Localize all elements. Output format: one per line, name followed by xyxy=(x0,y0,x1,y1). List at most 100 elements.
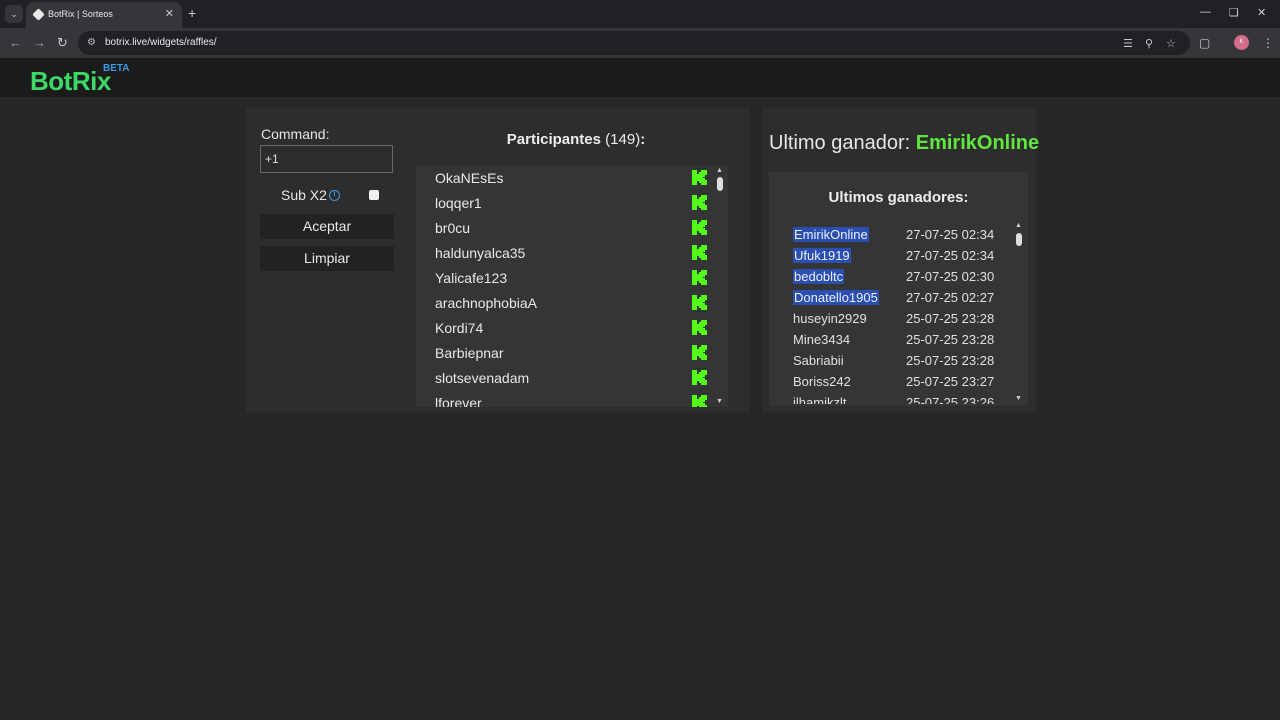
participants-label: Participantes xyxy=(506,131,601,148)
last-winner: Ultimo ganador: EmirikOnline xyxy=(769,132,1039,155)
new-tab-plus-icon[interactable]: + xyxy=(188,5,196,21)
tab-search-chevron-icon[interactable]: ⌄ xyxy=(5,5,23,23)
winner-date: 27-07-25 02:34 xyxy=(906,248,995,263)
winner-date: 27-07-25 02:27 xyxy=(906,290,995,305)
raffle-panel: Command: Sub X2 i Aceptar Limpiar Partic… xyxy=(246,108,750,412)
participant-row[interactable]: br0cu xyxy=(416,215,728,240)
scroll-down-arrow-icon[interactable]: ▼ xyxy=(716,398,723,405)
browser-toolbar: ← → ↻ ⚙ botrix.live/widgets/raffles/ ☰ ⚲… xyxy=(0,28,1280,58)
winner-date: 25-07-25 23:27 xyxy=(906,374,995,389)
winner-row: bedobltc 27-07-25 02:30 xyxy=(769,266,1028,287)
kick-logo-icon xyxy=(692,170,707,185)
kick-logo-icon xyxy=(692,345,707,360)
back-arrow-icon[interactable]: ← xyxy=(9,35,22,51)
participant-name: OkaNEsEs xyxy=(435,170,504,186)
participant-name: Barbiepnar xyxy=(435,345,504,361)
sub-x2-label: Sub X2 xyxy=(281,187,327,203)
winners-scroll-up-arrow-icon[interactable]: ▲ xyxy=(1015,222,1022,229)
winner-name: Mine3434 xyxy=(793,332,851,347)
winner-date: 25-07-25 23:28 xyxy=(906,332,995,347)
tab-close-icon[interactable]: ✕ xyxy=(165,7,174,20)
participant-row[interactable]: Yalicafe123 xyxy=(416,265,728,290)
winners-list-title: Ultimos ganadores: xyxy=(828,189,969,206)
bookmark-star-icon[interactable]: ☆ xyxy=(1166,37,1176,50)
participant-row[interactable]: arachnophobiaA xyxy=(416,290,728,315)
last-winner-label: Ultimo ganador: xyxy=(769,132,911,154)
scroll-thumb[interactable] xyxy=(717,177,723,191)
winner-date: 25-07-25 23:28 xyxy=(906,353,995,368)
participants-rows: OkaNEsEs loqqer1 br0cu haldunyalca35 Yalicaf… xyxy=(416,165,728,407)
participant-row[interactable]: lforever xyxy=(416,390,728,407)
site-info-icon[interactable]: ⚙ xyxy=(87,37,96,48)
winner-name: Boriss242 xyxy=(793,374,851,389)
participant-row[interactable]: Barbiepnar xyxy=(416,340,728,365)
kick-logo-icon xyxy=(692,320,707,335)
participants-title: Participantes (149): xyxy=(416,131,736,148)
kick-logo-icon xyxy=(692,395,707,407)
winner-date: 25-07-25 23:28 xyxy=(906,311,995,326)
winners-box: Ultimos ganadores: EmirikOnline 27-07-25 … xyxy=(769,172,1028,406)
minimize-icon[interactable]: — xyxy=(1200,6,1211,18)
winner-date: 27-07-25 02:34 xyxy=(906,227,995,242)
extensions-puzzle-icon[interactable]: ▢ xyxy=(1199,36,1210,50)
sub-x2-checkbox[interactable] xyxy=(369,190,379,200)
botrix-logo[interactable]: BotRix xyxy=(30,66,111,96)
menu-dots-icon[interactable]: ⋮ xyxy=(1262,36,1274,50)
kick-logo-icon xyxy=(692,220,707,235)
kick-logo-icon xyxy=(692,245,707,260)
winner-name: bedobltc xyxy=(793,269,845,284)
participant-name: lforever xyxy=(435,395,482,407)
winner-name: Ufuk1919 xyxy=(793,248,851,263)
winner-name: Sabriabii xyxy=(793,353,844,368)
winner-row: Ufuk1919 27-07-25 02:34 xyxy=(769,245,1028,266)
scroll-up-arrow-icon[interactable]: ▲ xyxy=(716,167,723,174)
translate-icon[interactable]: ☰ xyxy=(1123,37,1133,50)
participant-row[interactable]: haldunyalca35 xyxy=(416,240,728,265)
command-label: Command: xyxy=(261,126,330,142)
winner-row: huseyin2929 25-07-25 23:28 xyxy=(769,308,1028,329)
accept-button[interactable]: Aceptar xyxy=(260,214,394,239)
winners-scroll-down-arrow-icon[interactable]: ▼ xyxy=(1015,395,1022,402)
winners-list[interactable]: EmirikOnline 27-07-25 02:34 Ufuk1919 27-07-… xyxy=(769,224,1028,404)
participant-row[interactable]: Kordi74 xyxy=(416,315,728,340)
profile-avatar[interactable]: K xyxy=(1234,35,1249,50)
participants-list[interactable]: OkaNEsEs loqqer1 br0cu haldunyalca35 Yalicaf… xyxy=(416,165,728,407)
site-header: BotRix BETA xyxy=(0,58,1280,97)
winner-row: Donatello1905 27-07-25 02:27 xyxy=(769,287,1028,308)
participant-name: Yalicafe123 xyxy=(435,270,508,286)
winners-scrollbar[interactable]: ▲ ▼ xyxy=(1012,220,1026,404)
info-icon[interactable]: i xyxy=(329,190,340,201)
participant-row[interactable]: slotsevenadam xyxy=(416,365,728,390)
zoom-icon[interactable]: ⚲ xyxy=(1145,37,1153,50)
forward-arrow-icon[interactable]: → xyxy=(33,35,46,51)
last-winner-name: EmirikOnline xyxy=(915,132,1040,154)
kick-logo-icon xyxy=(692,295,707,310)
participants-count: (149) xyxy=(605,131,641,148)
botrix-favicon-icon xyxy=(32,8,45,21)
browser-tab[interactable]: BotRix | Sorteos ✕ xyxy=(26,2,182,28)
winner-name: huseyin2929 xyxy=(793,311,867,326)
reload-icon[interactable]: ↻ xyxy=(57,35,68,51)
winners-panel: Ultimo ganador: EmirikOnline Ultimos gan… xyxy=(762,108,1039,412)
beta-badge: BETA xyxy=(103,63,130,74)
participant-row[interactable]: loqqer1 xyxy=(416,190,728,215)
winner-row: Boriss242 25-07-25 23:27 xyxy=(769,371,1028,392)
winner-row: ilhamikzlt 25-07-25 23:26 xyxy=(769,392,1028,404)
address-bar[interactable]: ⚙ botrix.live/widgets/raffles/ ☰ ⚲ ☆ xyxy=(78,31,1190,55)
participants-suffix: : xyxy=(640,131,646,148)
participant-name: Kordi74 xyxy=(435,320,484,336)
participant-name: loqqer1 xyxy=(435,195,482,211)
winners-scroll-thumb[interactable] xyxy=(1016,233,1022,246)
winner-name: Donatello1905 xyxy=(793,290,879,305)
command-input[interactable] xyxy=(260,145,393,173)
participants-scrollbar[interactable]: ▲ ▼ xyxy=(712,165,728,407)
browser-tab-strip: ⌄ BotRix | Sorteos ✕ + — ❏ ✕ xyxy=(0,0,1280,28)
clear-button[interactable]: Limpiar xyxy=(260,246,394,271)
window-close-icon[interactable]: ✕ xyxy=(1257,6,1266,19)
kick-logo-icon xyxy=(692,270,707,285)
participant-name: arachnophobiaA xyxy=(435,295,537,311)
participant-name: haldunyalca35 xyxy=(435,245,526,261)
restore-icon[interactable]: ❏ xyxy=(1229,6,1239,19)
participant-row[interactable]: OkaNEsEs xyxy=(416,165,728,190)
winner-name: EmirikOnline xyxy=(793,227,869,242)
